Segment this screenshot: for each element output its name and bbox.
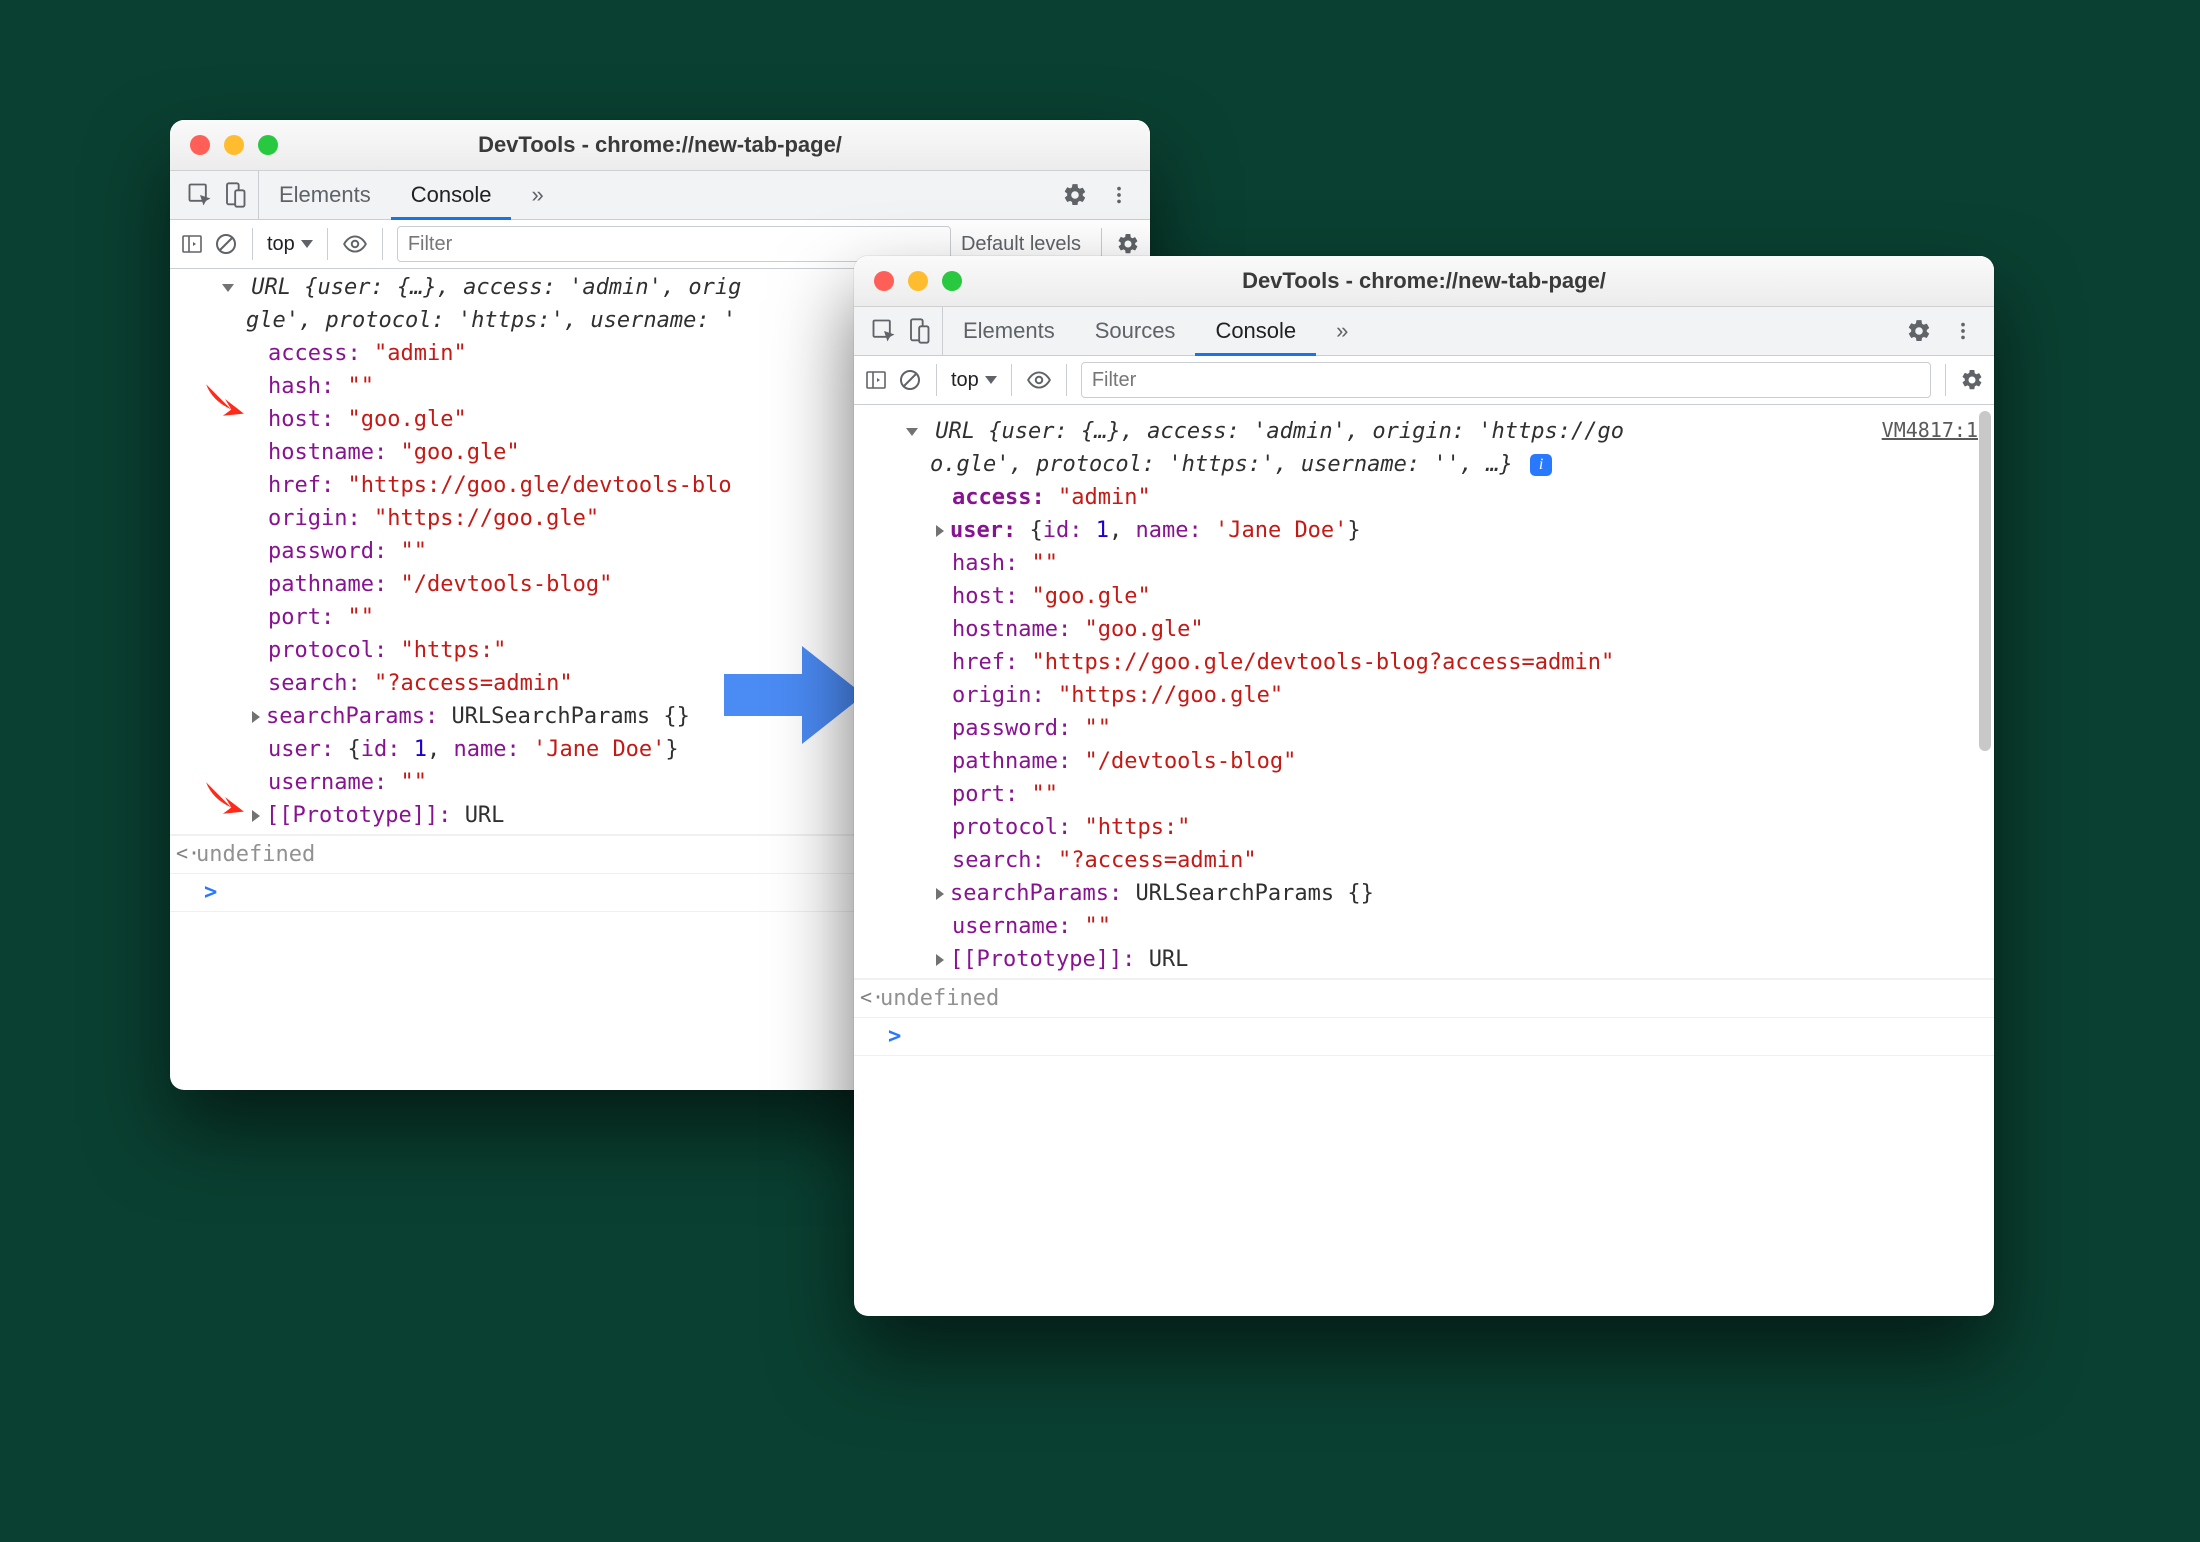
prop-row[interactable]: access: "admin": [880, 481, 1978, 514]
tab-sources[interactable]: Sources: [1075, 308, 1196, 356]
context-label: top: [267, 233, 295, 256]
chevron-down-icon[interactable]: [906, 428, 918, 436]
levels-selector[interactable]: Default levels: [961, 233, 1087, 256]
console-output: VM4817:1 URL {user: {…}, access: 'admin'…: [854, 405, 1994, 1316]
prop-row[interactable]: username: "": [880, 910, 1978, 943]
eye-icon[interactable]: [342, 231, 368, 257]
levels-label: Default levels: [961, 233, 1081, 256]
minimize-icon[interactable]: [908, 271, 928, 291]
object-preview: URL {user: {…}, access: 'admin', orig: [251, 275, 741, 300]
window-title: DevTools - chrome://new-tab-page/: [170, 132, 1150, 158]
titlebar[interactable]: DevTools - chrome://new-tab-page/: [854, 256, 1994, 307]
tab-console[interactable]: Console: [1195, 308, 1316, 356]
chevron-right-icon[interactable]: [936, 525, 944, 537]
console-prompt-row[interactable]: >: [854, 1018, 1994, 1056]
zoom-icon[interactable]: [942, 271, 962, 291]
prop-row[interactable]: port: "": [880, 778, 1978, 811]
prompt-icon: >: [196, 880, 217, 905]
prop-row[interactable]: [[Prototype]]: URL: [864, 943, 1978, 976]
sidebar-toggle-icon[interactable]: [864, 368, 888, 392]
inspect-icon[interactable]: [186, 181, 214, 209]
zoom-icon[interactable]: [258, 135, 278, 155]
minimize-icon[interactable]: [224, 135, 244, 155]
tabs-overflow[interactable]: »: [1316, 308, 1368, 356]
object-preview: URL {user: {…}, access: 'admin', origin:…: [935, 419, 1624, 444]
context-label: top: [951, 369, 979, 392]
prompt-icon: >: [880, 1024, 901, 1049]
tab-console[interactable]: Console: [391, 172, 512, 220]
tabs-overflow[interactable]: »: [511, 172, 563, 220]
close-icon[interactable]: [190, 135, 210, 155]
eye-icon[interactable]: [1026, 367, 1052, 393]
context-selector[interactable]: top: [951, 369, 997, 392]
prop-row[interactable]: origin: "https://goo.gle": [880, 679, 1978, 712]
clear-icon[interactable]: [214, 232, 238, 256]
chevron-down-icon: [985, 376, 997, 384]
device-icon[interactable]: [220, 181, 248, 209]
prop-row[interactable]: hostname: "goo.gle": [880, 613, 1978, 646]
prop-row[interactable]: search: "?access=admin": [880, 844, 1978, 877]
close-icon[interactable]: [874, 271, 894, 291]
source-link[interactable]: VM4817:1: [1882, 415, 1978, 445]
sidebar-toggle-icon[interactable]: [180, 232, 204, 256]
console-toolbar: top Filter: [854, 356, 1994, 405]
chevron-right-icon[interactable]: [936, 888, 944, 900]
clear-icon[interactable]: [898, 368, 922, 392]
prop-row[interactable]: pathname: "/devtools-blog": [880, 745, 1978, 778]
return-icon: <·: [176, 838, 200, 868]
chevron-right-icon[interactable]: [936, 954, 944, 966]
tab-strip: Elements Console »: [170, 171, 1150, 220]
inspect-icon[interactable]: [870, 317, 898, 345]
kebab-icon[interactable]: [1108, 184, 1130, 206]
filter-input[interactable]: Filter: [1081, 362, 1931, 398]
info-icon[interactable]: i: [1530, 454, 1552, 476]
device-icon[interactable]: [904, 317, 932, 345]
undefined-result: undefined: [196, 842, 315, 867]
tab-strip: Elements Sources Console »: [854, 307, 1994, 356]
gear-icon[interactable]: [1062, 182, 1088, 208]
chevron-right-icon[interactable]: [252, 711, 260, 723]
chevron-down-icon[interactable]: [222, 284, 234, 292]
object-preview2: o.gle', protocol: 'https:', username: ''…: [930, 452, 1513, 477]
console-result-row: <· undefined: [854, 979, 1994, 1018]
prop-row[interactable]: user: {id: 1, name: 'Jane Doe'}: [864, 514, 1978, 547]
gear-icon[interactable]: [1906, 318, 1932, 344]
filter-placeholder: Filter: [408, 233, 452, 256]
prop-row[interactable]: hash: "": [880, 547, 1978, 580]
prop-row[interactable]: password: "": [880, 712, 1978, 745]
gear-icon[interactable]: [1116, 232, 1140, 256]
prop-row[interactable]: href: "https://goo.gle/devtools-blog?acc…: [880, 646, 1978, 679]
prop-row[interactable]: searchParams: URLSearchParams {}: [864, 877, 1978, 910]
tab-elements[interactable]: Elements: [943, 308, 1075, 356]
prop-row[interactable]: protocol: "https:": [880, 811, 1978, 844]
return-icon: <·: [860, 982, 884, 1012]
object-preview2: gle', protocol: 'https:', username: ': [246, 308, 736, 333]
titlebar[interactable]: DevTools - chrome://new-tab-page/: [170, 120, 1150, 171]
gear-icon[interactable]: [1960, 368, 1984, 392]
filter-placeholder: Filter: [1092, 369, 1136, 392]
devtools-window-after: DevTools - chrome://new-tab-page/ Elemen…: [854, 256, 1994, 1316]
window-title: DevTools - chrome://new-tab-page/: [854, 268, 1994, 294]
prop-row[interactable]: host: "goo.gle": [880, 580, 1978, 613]
chevron-down-icon: [301, 240, 313, 248]
undefined-result: undefined: [880, 986, 999, 1011]
chevron-right-icon[interactable]: [252, 810, 260, 822]
context-selector[interactable]: top: [267, 233, 313, 256]
console-row[interactable]: VM4817:1 URL {user: {…}, access: 'admin'…: [854, 405, 1994, 979]
kebab-icon[interactable]: [1952, 320, 1974, 342]
tab-elements[interactable]: Elements: [259, 172, 391, 220]
